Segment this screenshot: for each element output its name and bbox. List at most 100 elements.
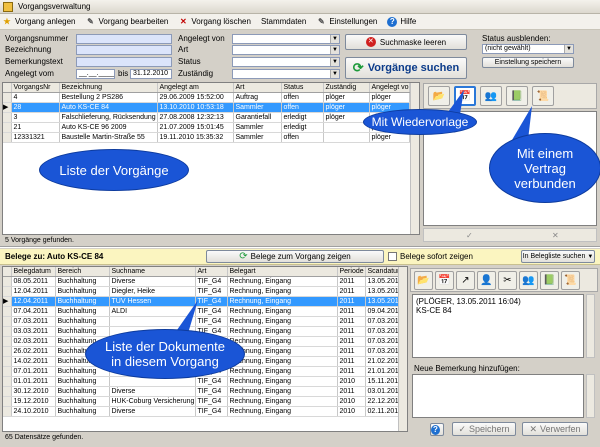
angelegt-von-combo[interactable]: ▼ — [232, 34, 340, 44]
table-row[interactable]: 30.12.2010 Buchhaltung Diverse TIF_G4 Rechnu… — [3, 386, 400, 397]
user-icon[interactable]: 👤 — [477, 270, 496, 290]
row-indicator: ▶ — [3, 296, 12, 307]
tool-icon: ✎ — [317, 16, 325, 26]
table-cell: Sammler — [233, 102, 282, 113]
check-icon[interactable]: ✓ — [466, 231, 473, 240]
folder-icon[interactable]: 📂 — [414, 270, 433, 290]
users-icon[interactable]: 👥 — [480, 86, 502, 106]
table-row[interactable]: 12.04.2011 Buchhaltung Diegler, Heike TIF_G… — [3, 286, 400, 297]
art-combo[interactable]: ▼ — [232, 45, 340, 55]
table-row[interactable]: 01.01.2011 Buchhaltung TIF_G4 Rechnung, Ein… — [3, 376, 400, 387]
label-angelegt-von: Angelegt von — [178, 34, 225, 43]
table-row[interactable]: ▶ 28 Auto KS-CE 84 13.10.2010 10:53:18 Samml… — [3, 102, 410, 113]
table-cell: 13.10.2010 10:53:18 — [157, 102, 234, 113]
col-periode[interactable]: Periode — [337, 267, 366, 277]
search-button[interactable]: ⟳ Vorgänge suchen — [345, 57, 467, 79]
book-icon[interactable]: 📗 — [506, 86, 528, 106]
close-icon[interactable]: ✕ — [552, 231, 559, 240]
table-cell: 13.05.2011 — [365, 296, 400, 307]
date-from-input[interactable]: __.__.____ — [76, 69, 115, 79]
menu-hilfe[interactable]: ? Hilfe — [387, 16, 416, 27]
zustaendig-combo[interactable]: ▼ — [232, 69, 340, 79]
vorgaenge-header: VorgangsNr Bezeichnung Angelegt am Art S… — [3, 83, 410, 93]
bemerkungstext-input[interactable] — [76, 57, 172, 67]
col-bereich[interactable]: Bereich — [55, 267, 110, 277]
menu-einstellungen[interactable]: ✎ Einstellungen — [316, 17, 377, 27]
table-cell: Buchhaltung — [55, 276, 110, 287]
bezeichnung-input[interactable] — [76, 45, 172, 55]
chevron-down-icon: ▼ — [330, 46, 339, 54]
table-cell: 07.03.2011 — [365, 346, 400, 357]
table-row[interactable]: 08.05.2011 Buchhaltung Diverse TIF_G4 Rechnu… — [3, 276, 400, 287]
table-cell: 12.04.2011 — [11, 286, 56, 297]
vorgangsnummer-input[interactable] — [76, 34, 172, 44]
app-icon — [3, 2, 13, 12]
tool-icon: ✎ — [87, 16, 94, 26]
menu-stammdaten[interactable]: Stammdaten — [261, 17, 306, 26]
col-scandatum[interactable]: Scandatum — [365, 267, 400, 277]
table-row[interactable]: 24.10.2010 Buchhaltung Diverse TIF_G4 Rechnu… — [3, 406, 400, 417]
table-cell: plöger — [323, 102, 370, 113]
discard-note-button[interactable]: ✕ Verwerfen — [522, 422, 588, 436]
close-icon: ✕ — [179, 16, 187, 26]
certificate-icon[interactable]: 📜 — [532, 86, 554, 106]
note-scrollbar[interactable] — [586, 294, 595, 358]
col-suchname[interactable]: Suchname — [109, 267, 196, 277]
col-angelegt-am[interactable]: Angelegt am — [157, 83, 234, 93]
table-cell: 21.07.2009 15:01:45 — [157, 122, 234, 133]
table-row[interactable]: 19.12.2010 Buchhaltung HUK-Coburg Versiche… — [3, 396, 400, 407]
table-cell: 27.08.2008 12:32:13 — [157, 112, 234, 123]
new-note-scrollbar[interactable] — [586, 374, 595, 418]
col-zustaendig[interactable]: Zuständig — [323, 83, 370, 93]
table-row[interactable]: 12331321 Baustelle Martin-Straße 55 19.11.… — [3, 132, 410, 143]
table-cell: 01.01.2011 — [11, 376, 56, 387]
label-bemerkungstext: Bemerkungstext — [5, 57, 63, 66]
splitter[interactable] — [0, 246, 600, 248]
menu-vorgang-bearbeiten[interactable]: ✎ Vorgang bearbeiten — [86, 16, 168, 27]
row-indicator — [3, 346, 12, 357]
table-cell: 2011 — [337, 356, 366, 367]
col-belegdatum[interactable]: Belegdatum — [11, 267, 56, 277]
date-to-input[interactable]: 31.12.2010 — [130, 69, 172, 79]
show-belege-button[interactable]: ⟳ Belege zum Vorgang zeigen — [206, 250, 384, 263]
table-cell: 2010 — [337, 376, 366, 387]
chevron-down-icon: ▼ — [330, 35, 339, 43]
table-cell: 2011 — [337, 296, 366, 307]
menu-vorgang-anlegen[interactable]: ★ Vorgang anlegen — [2, 17, 75, 27]
col-vorgangsnr[interactable]: VorgangsNr — [11, 83, 60, 93]
table-row[interactable]: 4 Bestellung 2 PS286 29.06.2009 15:52:00 Au… — [3, 92, 410, 103]
help-button[interactable]: ? — [430, 423, 444, 436]
table-cell: 14.02.2011 — [11, 356, 56, 367]
col-art[interactable]: Art — [233, 83, 282, 93]
reset-button[interactable]: ✕ Suchmaske leeren — [345, 34, 467, 50]
table-cell: 13.05.2011 — [365, 276, 400, 287]
table-row[interactable]: 21 Auto KS-CE 96 2009 21.07.2009 15:01:45 S… — [3, 122, 410, 133]
label-angelegt-vom: Angelegt vom — [5, 69, 54, 78]
table-row[interactable]: 3 Falschlieferung, Rücksendung 27.08.2008 … — [3, 112, 410, 123]
belege-header-row: Belegdatum Bereich Suchname Art Belegart… — [3, 267, 400, 277]
col-status[interactable]: Status — [281, 83, 324, 93]
menu-vorgang-loeschen[interactable]: ✕ Vorgang löschen — [178, 17, 251, 27]
calendar-icon[interactable]: 📅 — [435, 270, 454, 290]
row-indicator — [3, 406, 12, 417]
save-note-button[interactable]: ✓ Speichern — [452, 422, 516, 436]
table-cell: 2010 — [337, 406, 366, 417]
col-bezeichnung[interactable]: Bezeichnung — [59, 83, 158, 93]
new-note-input[interactable] — [412, 374, 584, 418]
user-edit-icon[interactable]: 👥 — [519, 270, 538, 290]
table-cell: offen — [281, 92, 324, 103]
belege-scrollbar[interactable] — [398, 267, 407, 431]
arrow-icon[interactable]: ↗ — [456, 270, 475, 290]
save-setting-button[interactable]: Einstellung speichern — [482, 57, 574, 68]
search-in-list-button[interactable]: In Belegliste suchen ▼ — [521, 250, 595, 263]
col-art[interactable]: Art — [195, 267, 228, 277]
status-combo[interactable]: ▼ — [232, 57, 340, 67]
certificate-icon[interactable]: 📜 — [561, 270, 580, 290]
status-hide-combo[interactable]: (nicht gewählt) ▼ — [482, 44, 574, 54]
col-belegart[interactable]: Belegart — [227, 267, 338, 277]
instant-checkbox[interactable] — [388, 252, 397, 261]
book-icon[interactable]: 📗 — [540, 270, 559, 290]
row-indicator — [3, 396, 12, 407]
tools-icon[interactable]: ✂ — [498, 270, 517, 290]
table-cell: Buchhaltung — [55, 406, 110, 417]
